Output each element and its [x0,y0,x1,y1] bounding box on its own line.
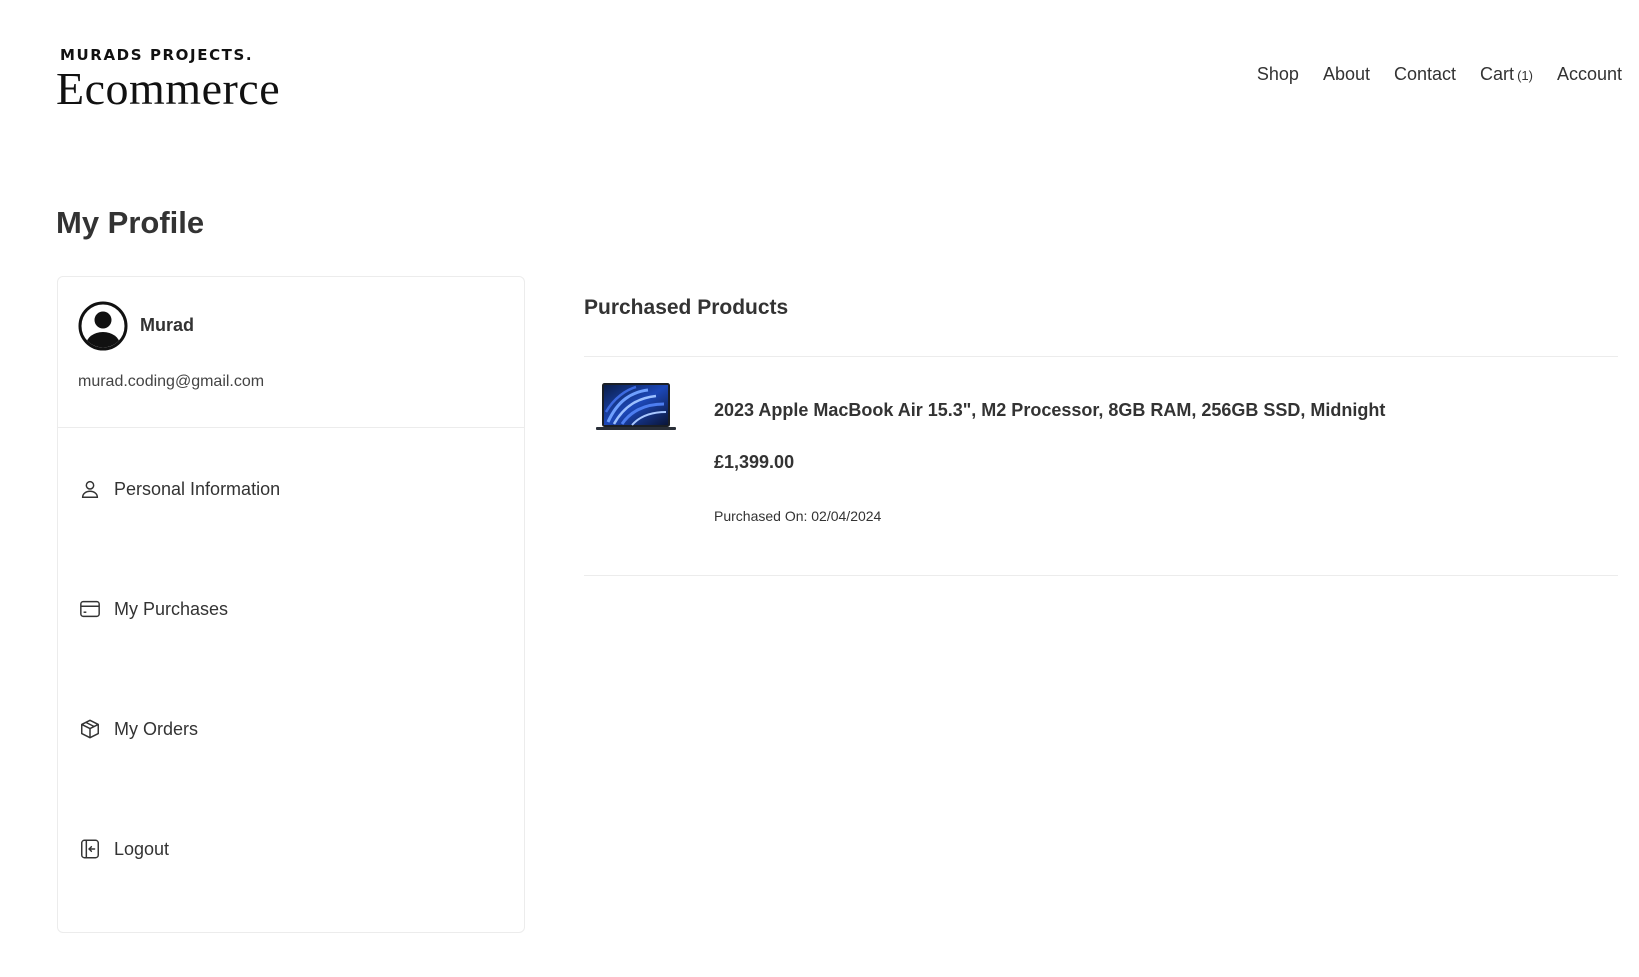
cart-count-badge: (1) [1517,68,1533,83]
nav-cart-label: Cart [1480,64,1515,84]
menu-personal-information[interactable]: Personal Information [78,474,498,504]
user-icon [78,477,102,501]
profile-card: Murad murad.coding@gmail.com Personal In… [57,276,525,933]
menu-my-purchases[interactable]: My Purchases [78,594,498,624]
purchased-products-section: Purchased Products 2023 Apple MacBook Ai… [584,296,1618,576]
purchases-heading: Purchased Products [584,296,789,319]
purchases-bottom-divider [584,575,1618,576]
page-title: My Profile [56,205,205,240]
logo-wordmark: Ecommerce [56,63,281,114]
menu-my-orders[interactable]: My Orders [78,714,498,744]
card-divider [58,427,524,428]
nav-cart[interactable]: Cart (1) [1480,64,1533,85]
nav-about[interactable]: About [1323,64,1370,85]
menu-label: Personal Information [114,478,281,499]
menu-label: Logout [114,838,170,859]
menu-label: My Orders [114,718,199,739]
purchase-date: Purchased On: 02/04/2024 [714,508,882,524]
menu-logout[interactable]: Logout [78,834,498,864]
nav-contact[interactable]: Contact [1394,64,1456,85]
user-circle-icon [78,301,128,351]
credit-card-icon [78,597,102,621]
purchased-product-row: 2023 Apple MacBook Air 15.3", M2 Process… [584,356,1618,572]
product-price: £1,399.00 [714,452,795,472]
site-header: MURADS PROJECTS. Ecommerce Shop About Co… [0,0,1639,140]
logout-icon [78,837,102,861]
profile-username: Murad [140,315,194,335]
profile-email: murad.coding@gmail.com [78,373,265,390]
product-name[interactable]: 2023 Apple MacBook Air 15.3", M2 Process… [714,400,1385,421]
package-icon [78,717,102,741]
menu-label: My Purchases [114,598,229,619]
main-nav: Shop About Contact Cart (1) Account [1257,64,1622,85]
nav-shop[interactable]: Shop [1257,64,1299,85]
nav-account[interactable]: Account [1557,64,1622,85]
macbook-thumbnail[interactable] [596,382,676,432]
